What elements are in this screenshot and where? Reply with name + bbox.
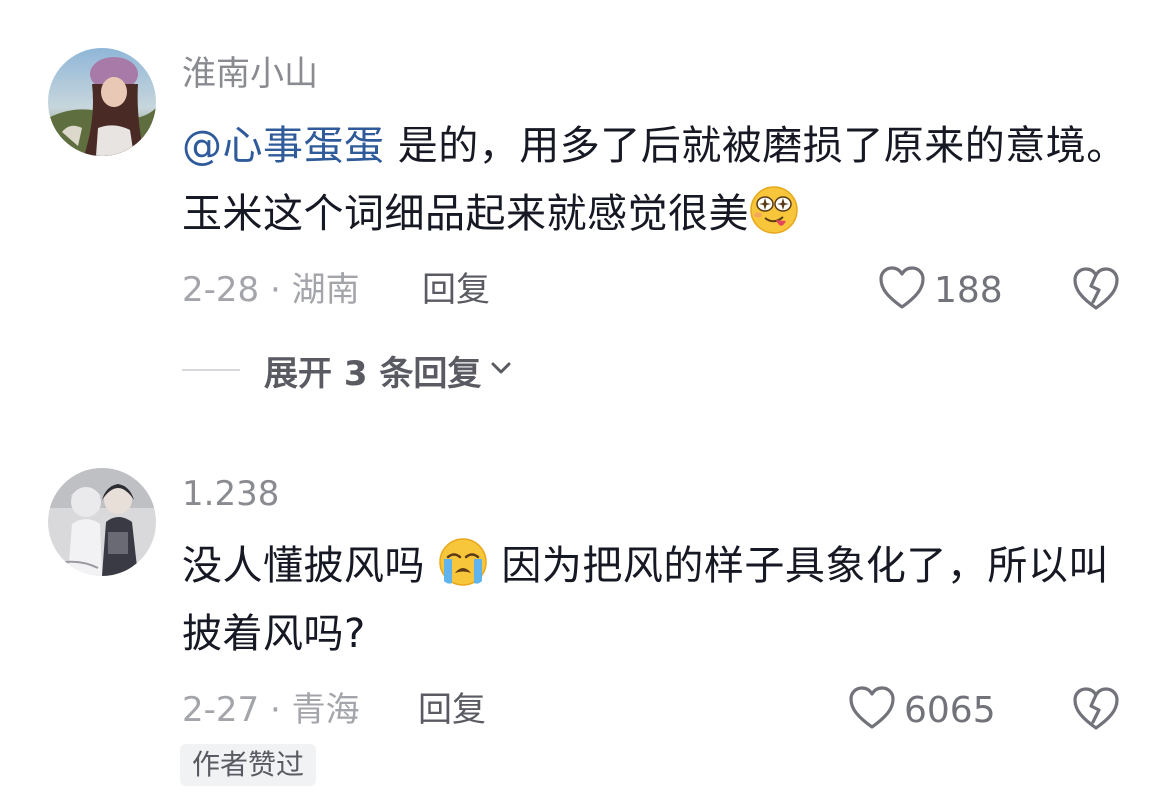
broken-heart-icon	[1072, 267, 1120, 316]
expand-replies-button[interactable]: 展开 3 条回复	[182, 347, 513, 394]
username[interactable]: 1.238	[182, 474, 279, 514]
heart-outline-icon	[848, 685, 896, 735]
avatar[interactable]	[48, 48, 156, 156]
dislike-button[interactable]	[1072, 266, 1120, 314]
chevron-down-icon	[489, 358, 513, 382]
divider	[182, 369, 240, 371]
comment-text-part: 没人懂披风吗	[182, 543, 439, 589]
date-location: 2-27 · 青海	[182, 690, 360, 730]
like-count: 6065	[904, 689, 996, 731]
reply-button[interactable]: 回复	[418, 690, 486, 730]
comment-text: @心事蛋蛋 是的，用多了后就被磨损了原来的意境。玉米这个词细品起来就感觉很美	[182, 112, 1132, 248]
mention-link[interactable]: @心事蛋蛋	[182, 123, 385, 169]
date-location: 2-28 · 湖南	[182, 270, 360, 310]
expand-replies-label: 展开 3 条回复	[264, 353, 482, 394]
reply-button[interactable]: 回复	[422, 270, 490, 310]
avatar[interactable]	[48, 468, 156, 576]
drooling-face-emoji	[749, 185, 799, 235]
broken-heart-icon	[1072, 687, 1120, 736]
comment-item: 淮南小山 @心事蛋蛋 是的，用多了后就被磨损了原来的意境。玉米这个词细品起来就感…	[0, 0, 1170, 430]
loudly-crying-face-emoji	[438, 537, 488, 587]
dislike-button[interactable]	[1072, 686, 1120, 734]
comment-item: 1.238 没人懂披风吗 因为把风的样子具象化了，所以叫披着风吗? 2-27 ·…	[0, 430, 1170, 803]
like-count: 188	[934, 269, 1003, 311]
author-liked-badge: 作者赞过	[180, 744, 317, 786]
like-button[interactable]: 188	[878, 266, 1003, 314]
comment-text: 没人懂披风吗 因为把风的样子具象化了，所以叫披着风吗?	[182, 532, 1132, 668]
heart-outline-icon	[878, 265, 926, 315]
like-button[interactable]: 6065	[848, 686, 996, 734]
username[interactable]: 淮南小山	[182, 54, 318, 94]
